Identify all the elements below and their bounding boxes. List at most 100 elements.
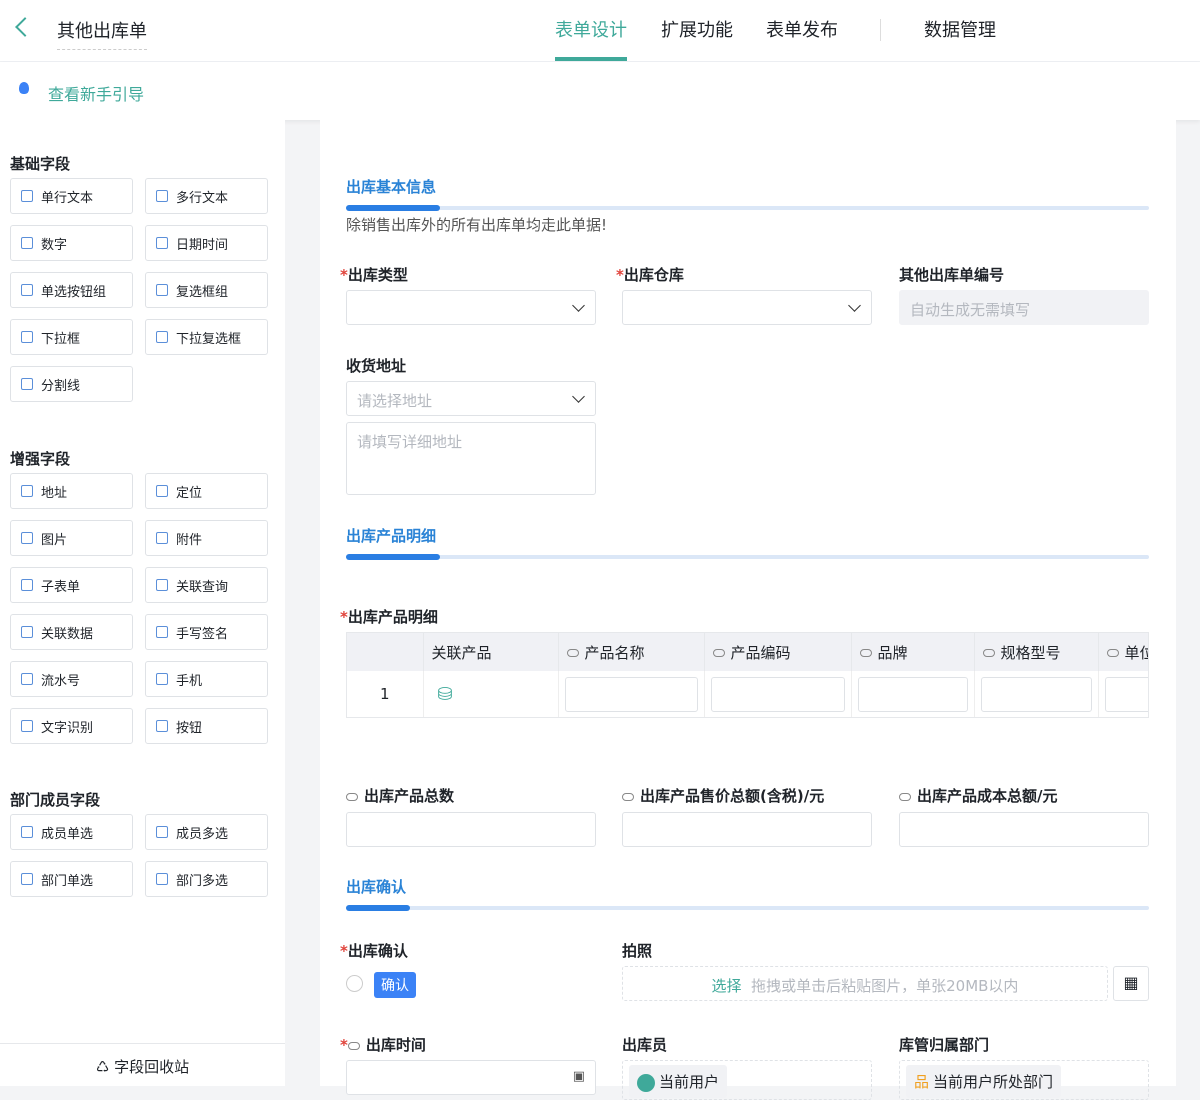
section-title: 出库确认 — [346, 878, 407, 896]
field-type-icon — [156, 237, 168, 249]
calendar-icon: ▣ — [572, 1069, 585, 1084]
field-type-button[interactable]: 复选框组 — [145, 272, 268, 308]
department-field[interactable]: 品当前用户所处部门 — [899, 1060, 1149, 1100]
confirm-option-label[interactable]: 确认 — [374, 972, 416, 998]
tab-active-indicator — [555, 57, 627, 61]
section-bar — [346, 205, 1149, 211]
field-type-button[interactable]: 流水号 — [10, 661, 133, 697]
field-type-button[interactable]: 子表单 — [10, 567, 133, 603]
field-type-button[interactable]: 单选按钮组 — [10, 272, 133, 308]
field-type-icon — [156, 190, 168, 202]
field-type-label: 地址 — [41, 485, 68, 501]
field-type-label: 关联查询 — [176, 579, 229, 595]
tab-form-design[interactable]: 表单设计 — [555, 16, 627, 42]
table-cell-input[interactable] — [564, 676, 698, 712]
field-type-icon — [156, 485, 168, 497]
table-cell-input[interactable] — [710, 676, 845, 712]
field-type-icon — [21, 532, 33, 544]
field-type-label: 日期时间 — [176, 237, 229, 253]
field-label: 库管归属部门 — [899, 1036, 990, 1054]
field-sidebar: 基础字段 单行文本 多行文本 数字 日期时间 单选按钮组 复选框组 下拉框 下拉复选框 分割线 增强… — [0, 120, 285, 1086]
field-type-button[interactable]: 下拉框 — [10, 319, 133, 355]
field-type-icon — [21, 579, 33, 591]
product-subtable: 关联产品 产品名称 产品编码 品牌 规格型号 单位 1 ⛁ — [346, 632, 1149, 718]
field-type-icon — [156, 579, 168, 591]
field-type-button[interactable]: 分割线 — [10, 366, 133, 402]
field-type-label: 单选按钮组 — [41, 284, 107, 300]
field-type-label: 手写签名 — [176, 626, 229, 642]
header: 其他出库单 表单设计 扩展功能 表单发布 数据管理 — [0, 0, 1200, 62]
total-price-field — [622, 812, 872, 847]
field-type-button[interactable]: 手机 — [145, 661, 268, 697]
field-type-label: 定位 — [176, 485, 203, 501]
field-type-button[interactable]: 文字识别 — [10, 708, 133, 744]
field-type-icon — [156, 532, 168, 544]
recycle-bin-button[interactable]: ♺ 字段回收站 — [0, 1043, 285, 1086]
field-type-button[interactable]: 日期时间 — [145, 225, 268, 261]
column-header: 单位 — [1098, 633, 1148, 671]
field-type-icon — [156, 673, 168, 685]
back-icon[interactable] — [15, 17, 35, 37]
field-type-button[interactable]: 多行文本 — [145, 178, 268, 214]
field-type-button[interactable]: 部门单选 — [10, 861, 133, 897]
outbound-time-input[interactable]: ▣ — [346, 1060, 596, 1095]
address-detail-input[interactable]: 请填写详细地址 — [346, 422, 596, 495]
field-label: * 出库时间 — [340, 1036, 426, 1054]
table-cell-input[interactable] — [857, 676, 968, 712]
field-type-button[interactable]: 成员单选 — [10, 814, 133, 850]
field-label: *出库仓库 — [616, 266, 684, 284]
field-type-button[interactable]: 按钮 — [145, 708, 268, 744]
outbound-type-select[interactable] — [346, 290, 596, 325]
field-type-label: 复选框组 — [176, 284, 229, 300]
field-label: 收货地址 — [346, 357, 407, 375]
field-type-button[interactable]: 数字 — [10, 225, 133, 261]
field-type-button[interactable]: 关联数据 — [10, 614, 133, 650]
field-type-icon — [156, 331, 168, 343]
column-header: 关联产品 — [423, 633, 559, 671]
user-icon — [637, 1073, 655, 1092]
field-type-label: 文字识别 — [41, 720, 94, 736]
field-label: *出库确认 — [340, 942, 408, 960]
column-header: 产品名称 — [558, 633, 705, 671]
field-type-button[interactable]: 手写签名 — [145, 614, 268, 650]
lightbulb-icon — [19, 82, 29, 94]
link-product-icon[interactable]: ⛁ — [430, 684, 453, 705]
field-label: 其他出库单编号 — [899, 266, 1005, 284]
field-type-label: 分割线 — [41, 378, 81, 394]
field-type-button[interactable]: 图片 — [10, 520, 133, 556]
field-type-button[interactable]: 附件 — [145, 520, 268, 556]
qrcode-button[interactable]: ▦ — [1113, 966, 1149, 1001]
field-type-label: 成员多选 — [176, 826, 229, 842]
field-type-button[interactable]: 关联查询 — [145, 567, 268, 603]
org-chart-icon: 品 — [914, 1073, 930, 1091]
field-type-button[interactable]: 部门多选 — [145, 861, 268, 897]
photo-upload-area[interactable]: 选择 拖拽或单击后粘贴图片，单张20MB以内 — [622, 966, 1108, 1001]
guide-bar: 查看新手引导 — [0, 62, 1200, 120]
guide-link[interactable]: 查看新手引导 — [48, 81, 144, 105]
table-cell-input[interactable] — [980, 676, 1092, 712]
field-type-icon — [156, 284, 168, 296]
field-type-button[interactable]: 下拉复选框 — [145, 319, 268, 355]
form-title[interactable]: 其他出库单 — [57, 17, 147, 50]
sidebar-section-title: 基础字段 — [10, 155, 71, 173]
tab-extensions[interactable]: 扩展功能 — [661, 16, 733, 42]
field-type-label: 按钮 — [176, 720, 203, 736]
tab-data-management[interactable]: 数据管理 — [924, 16, 996, 42]
tab-publish[interactable]: 表单发布 — [766, 16, 838, 42]
field-type-button[interactable]: 定位 — [145, 473, 268, 509]
chevron-down-icon — [848, 299, 861, 312]
field-type-button[interactable]: 地址 — [10, 473, 133, 509]
warehouse-select[interactable] — [622, 290, 872, 325]
field-type-label: 手机 — [176, 673, 203, 689]
field-type-button[interactable]: 单行文本 — [10, 178, 133, 214]
field-type-icon — [21, 673, 33, 685]
confirm-radio[interactable] — [346, 975, 363, 992]
recycle-icon: ♺ — [95, 1058, 115, 1076]
total-cost-field — [899, 812, 1149, 847]
clerk-field[interactable]: 当前用户 — [622, 1060, 872, 1100]
section-description: 除销售出库外的所有出库单均走此单据! — [346, 216, 608, 234]
table-cell-input[interactable] — [1104, 676, 1148, 712]
field-type-label: 图片 — [41, 532, 68, 548]
address-select[interactable]: 请选择地址 — [346, 381, 596, 416]
field-type-button[interactable]: 成员多选 — [145, 814, 268, 850]
